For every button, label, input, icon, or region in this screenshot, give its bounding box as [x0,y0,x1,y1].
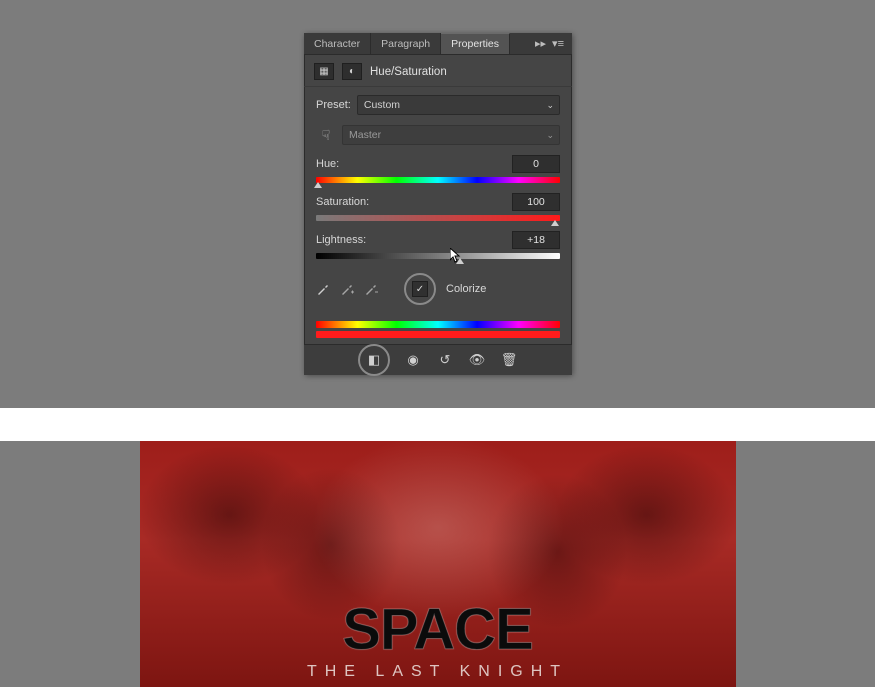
channel-select[interactable]: Master ⌄ [342,125,560,145]
colorize-checkbox[interactable]: ✓ [412,281,428,297]
workspace-canvas: Character Paragraph Properties ▸▸ ▾≡ ▦ ◐… [0,0,875,408]
lightness-thumb[interactable] [456,258,464,264]
lightness-label: Lightness: [316,234,366,246]
eyedropper-subtract-icon[interactable] [364,282,378,296]
lightness-slider[interactable] [316,253,560,259]
poster-image: SPACE THE LAST KNIGHT [140,441,736,687]
preview-area: SPACE THE LAST KNIGHT [0,441,875,687]
hue-slider-group: Hue: 0 [316,155,560,183]
chevron-down-icon: ⌄ [546,130,554,141]
toggle-visibility-icon[interactable]: 👁 [468,351,486,369]
panel-menu-icon[interactable]: ▾≡ [552,37,564,50]
poster-subtitle: THE LAST KNIGHT [140,663,736,681]
panel-body: Preset: Custom ⌄ ☟ Master ⌄ Hue: 0 [304,87,572,344]
channel-value: Master [349,129,381,141]
saturation-thumb[interactable] [551,220,559,226]
input-spectrum-bar [316,321,560,328]
panel-tabs: Character Paragraph Properties ▸▸ ▾≡ [304,33,572,55]
adjustment-header: ▦ ◐ Hue/Saturation [304,55,572,87]
reset-icon[interactable]: ↺ [436,351,454,369]
collapse-icon[interactable]: ▸▸ [535,37,546,50]
targeted-adjustment-icon[interactable]: ☟ [316,126,336,144]
adjustment-preset-icon[interactable]: ▦ [314,63,334,80]
color-range-bars [316,321,560,338]
lightness-slider-group: Lightness: +18 [316,231,560,259]
adjustment-title: Hue/Saturation [370,66,447,78]
preset-select[interactable]: Custom ⌄ [357,95,560,115]
eyedropper-row: ✓ Colorize [316,269,560,307]
separator [0,408,875,441]
preset-value: Custom [364,99,400,111]
tab-paragraph[interactable]: Paragraph [371,33,441,54]
eyedropper-icon[interactable] [316,282,330,296]
hue-value[interactable]: 0 [512,155,560,173]
hue-slider[interactable] [316,177,560,183]
adjustment-type-icon[interactable]: ◐ [342,63,362,80]
view-previous-state-icon[interactable]: ◉ [404,351,422,369]
clip-to-layer-highlight-ring: ◧ [358,344,390,376]
preset-label: Preset: [316,99,351,111]
saturation-value[interactable]: 100 [512,193,560,211]
hue-thumb[interactable] [314,182,322,188]
colorize-highlight-ring: ✓ [404,273,436,305]
hue-label: Hue: [316,158,339,170]
saturation-slider-group: Saturation: 100 [316,193,560,221]
saturation-label: Saturation: [316,196,369,208]
tab-character[interactable]: Character [304,33,371,54]
output-spectrum-bar [316,331,560,338]
panel-footer: ◧ ◉ ↺ 👁 🗑 [304,344,572,375]
chevron-down-icon: ⌄ [546,100,554,111]
poster-title: SPACE [140,596,736,663]
colorize-label: Colorize [446,283,486,295]
eyedropper-add-icon[interactable] [340,282,354,296]
clip-to-layer-icon[interactable]: ◧ [365,351,383,369]
lightness-value[interactable]: +18 [512,231,560,249]
tab-properties[interactable]: Properties [441,33,510,54]
delete-icon[interactable]: 🗑 [500,351,518,369]
saturation-slider[interactable] [316,215,560,221]
properties-panel: Character Paragraph Properties ▸▸ ▾≡ ▦ ◐… [304,33,572,375]
